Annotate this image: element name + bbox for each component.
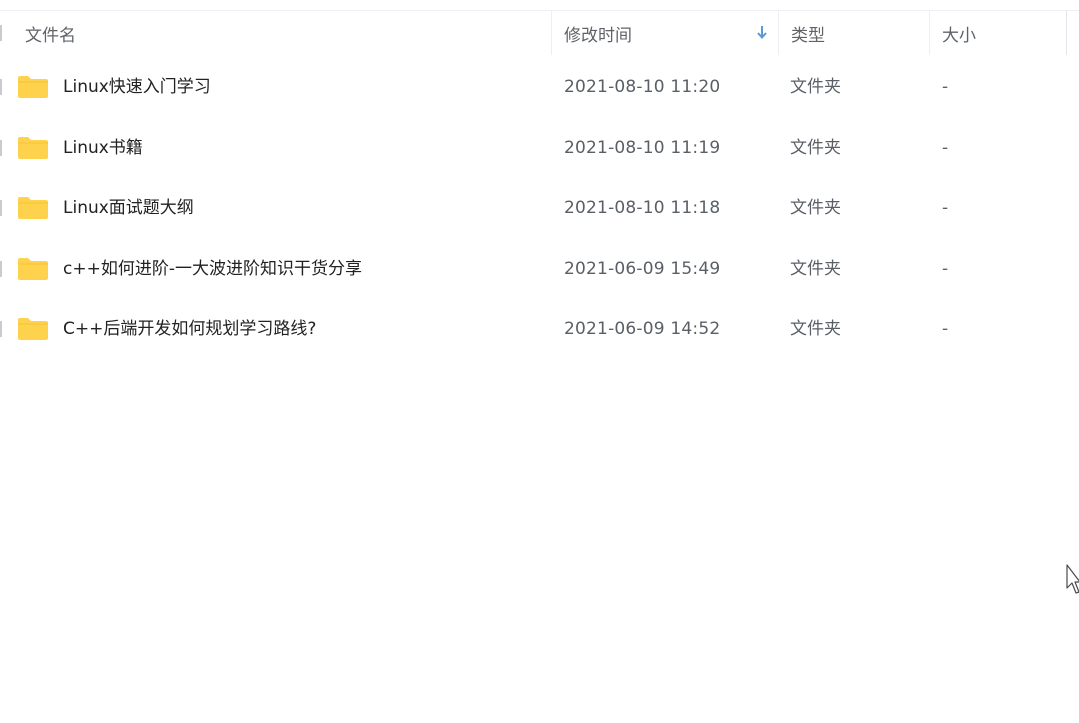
file-row[interactable]: c++如何进阶-一大波进阶知识干货分享 2021-06-09 15:49 文件夹…: [0, 239, 1079, 300]
file-name[interactable]: Linux快速入门学习: [63, 57, 211, 117]
row-checkbox-edge[interactable]: [0, 321, 2, 337]
file-size: -: [942, 137, 949, 158]
file-modified-time: 2021-08-10 11:20: [564, 77, 721, 97]
file-row[interactable]: Linux面试题大纲 2021-08-10 11:18 文件夹 -: [0, 178, 1079, 239]
file-type: 文件夹: [790, 137, 841, 158]
folder-icon: [18, 136, 48, 159]
file-row[interactable]: Linux快速入门学习 2021-08-10 11:20 文件夹 -: [0, 57, 1079, 118]
column-header-type-label: 类型: [791, 25, 825, 46]
file-type: 文件夹: [790, 258, 841, 279]
file-list: Linux快速入门学习 2021-08-10 11:20 文件夹 - Linux…: [0, 57, 1079, 360]
file-modified-time: 2021-06-09 14:52: [564, 319, 721, 339]
file-type: 文件夹: [790, 198, 841, 218]
file-modified-time: 2021-08-10 11:18: [564, 198, 721, 218]
row-checkbox-edge[interactable]: [0, 79, 2, 95]
file-name[interactable]: c++如何进阶-一大波进阶知识干货分享: [63, 239, 362, 299]
column-header-mtime-label: 修改时间: [564, 25, 632, 46]
row-checkbox-edge[interactable]: [0, 139, 2, 156]
file-name[interactable]: C++后端开发如何规划学习路线?: [63, 299, 316, 359]
folder-icon: [18, 76, 48, 98]
sort-descending-arrow-icon[interactable]: [756, 24, 768, 40]
folder-icon: [18, 197, 48, 219]
file-row[interactable]: C++后端开发如何规划学习路线? 2021-06-09 14:52 文件夹 -: [0, 299, 1079, 360]
column-header-type[interactable]: 类型: [778, 11, 929, 55]
file-modified-time: 2021-08-10 11:19: [564, 137, 721, 158]
column-header-size-label: 大小: [942, 25, 976, 46]
file-size: -: [942, 77, 949, 97]
file-list-view: 文件名 修改时间 类型 大小 Linux快速入门学习 2021-08-10 11…: [0, 0, 1079, 723]
file-modified-time: 2021-06-09 15:49: [564, 258, 721, 279]
file-size: -: [942, 198, 949, 218]
file-name[interactable]: Linux面试题大纲: [63, 178, 194, 238]
folder-icon: [18, 318, 48, 340]
file-type: 文件夹: [790, 77, 841, 97]
column-header-name-label: 文件名: [25, 25, 76, 46]
column-divider[interactable]: [1066, 11, 1067, 55]
column-header-mtime[interactable]: 修改时间: [551, 11, 778, 55]
file-type: 文件夹: [790, 319, 841, 339]
row-checkbox-edge[interactable]: [0, 200, 2, 216]
file-name[interactable]: Linux书籍: [63, 118, 143, 178]
row-checkbox-edge[interactable]: [0, 260, 2, 277]
mouse-cursor-icon: [1066, 564, 1079, 594]
file-size: -: [942, 258, 949, 279]
column-header-size[interactable]: 大小: [929, 11, 1066, 55]
file-row[interactable]: Linux书籍 2021-08-10 11:19 文件夹 -: [0, 118, 1079, 179]
folder-icon: [18, 257, 48, 280]
file-size: -: [942, 319, 949, 339]
column-header-name[interactable]: 文件名: [12, 11, 551, 55]
select-all-checkbox-edge[interactable]: [0, 25, 2, 41]
